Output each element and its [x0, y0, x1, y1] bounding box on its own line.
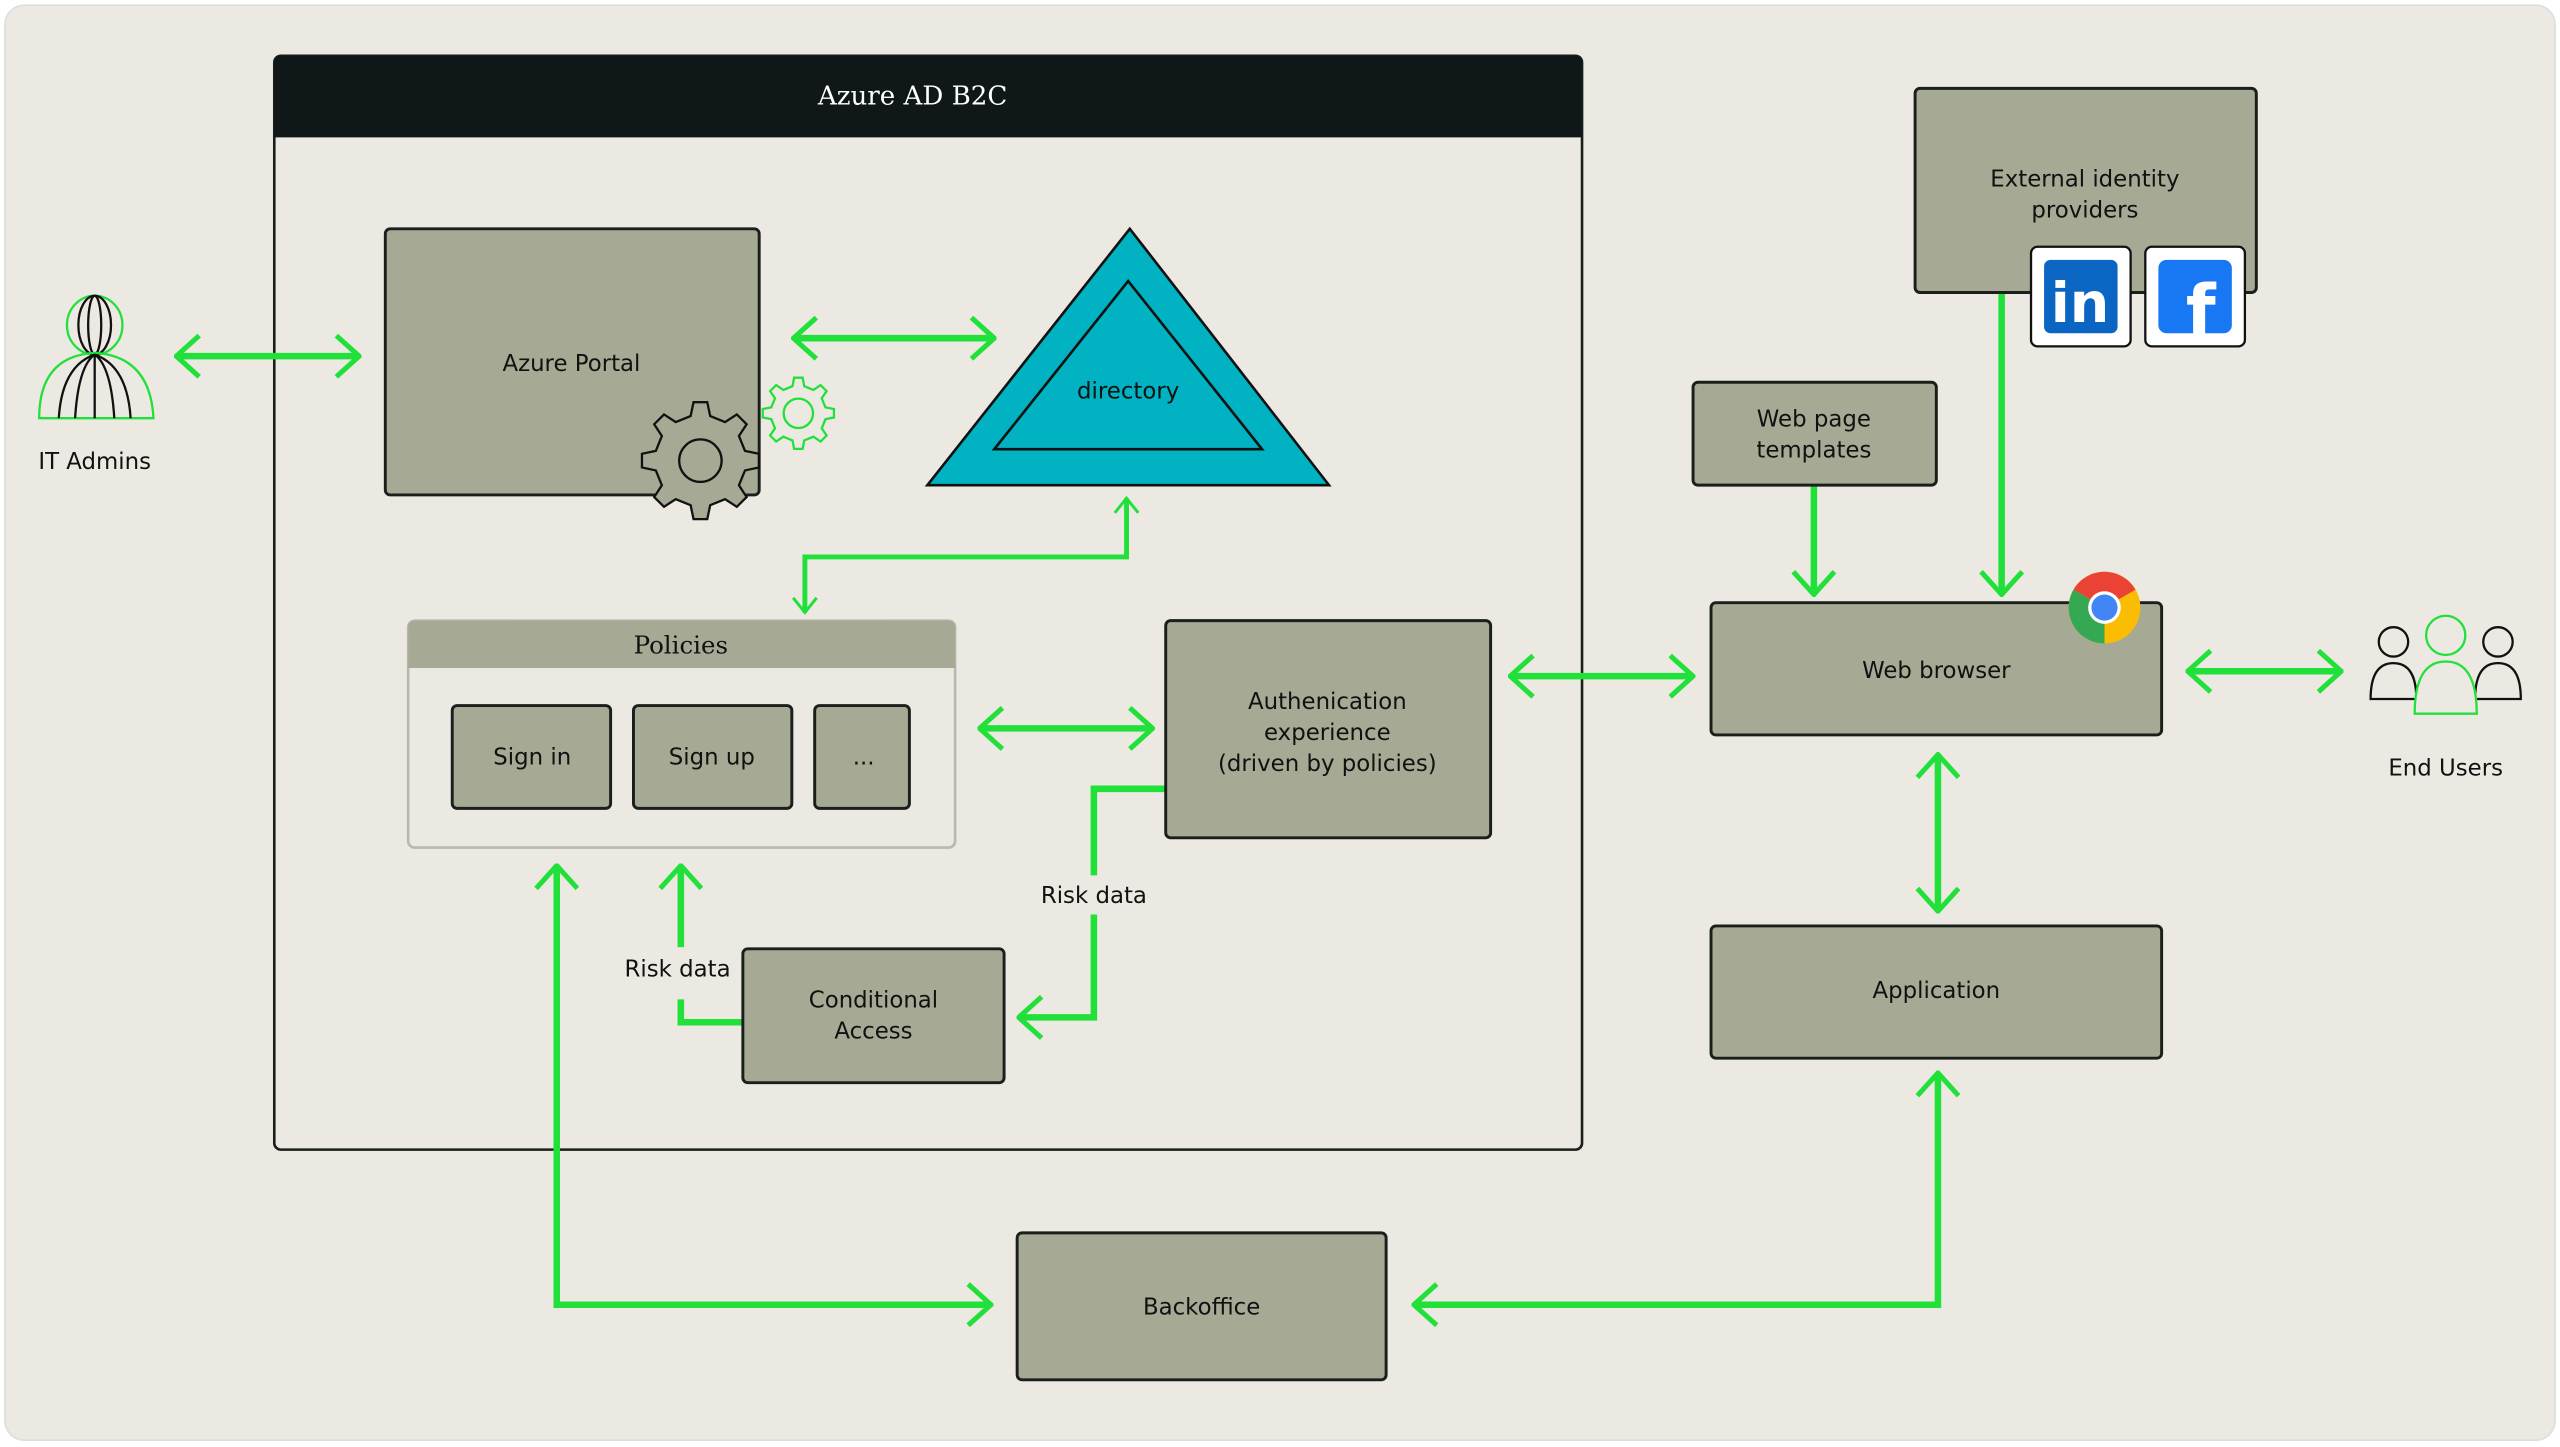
policy-label: Sign in [493, 744, 571, 770]
gear-icon [640, 401, 760, 521]
conditional-access-node[interactable]: Conditional Access [741, 947, 1006, 1085]
application-node[interactable]: Application [1709, 924, 2164, 1060]
azure-portal-label: Azure Portal [502, 351, 640, 377]
linkedin-logo-icon: in [2029, 245, 2132, 348]
facebook-logo-icon: f [2144, 245, 2247, 350]
application-label: Application [1873, 978, 2001, 1004]
architecture-diagram: Azure AD B2C Risk data Risk data IT Admi… [4, 4, 2556, 1442]
risk-data-label-ca: Risk data [625, 957, 731, 983]
ca-label-line: Conditional [809, 988, 938, 1014]
policies-group: Policies Sign in Sign up ... [406, 619, 957, 849]
authentication-experience-node[interactable]: Authenication experience (driven by poli… [1164, 619, 1493, 840]
idp-label-line: External identity [1990, 166, 2179, 192]
policy-label: ... [853, 744, 875, 770]
templates-label-line: templates [1756, 437, 1871, 463]
policies-title: Policies [634, 630, 728, 659]
chrome-logo-icon [2068, 571, 2141, 644]
policy-sign-in[interactable]: Sign in [450, 704, 613, 810]
backoffice-node[interactable]: Backoffice [1015, 1231, 1388, 1382]
backoffice-label: Backoffice [1143, 1295, 1260, 1321]
idp-label-line: providers [2031, 197, 2138, 223]
auth-label-line: experience [1264, 720, 1391, 746]
risk-data-label-auth: Risk data [1041, 883, 1147, 909]
policy-label: Sign up [669, 744, 755, 770]
svg-text:in: in [2051, 271, 2110, 336]
ca-label-line: Access [834, 1019, 912, 1045]
policy-more[interactable]: ... [813, 704, 911, 810]
directory-label: directory [1077, 379, 1179, 405]
policy-sign-up[interactable]: Sign up [632, 704, 794, 810]
auth-label-line: Authenication [1248, 689, 1407, 715]
templates-label-line: Web page [1757, 406, 1871, 432]
container-title: Azure AD B2C [817, 82, 1008, 112]
end-users-label: End Users [2388, 756, 2503, 782]
auth-label-line: (driven by policies) [1218, 751, 1437, 777]
svg-text:f: f [2186, 270, 2217, 350]
it-admins-label: IT Admins [38, 449, 151, 475]
web-page-templates-node[interactable]: Web page templates [1691, 380, 1938, 487]
web-browser-label: Web browser [1862, 658, 2011, 684]
